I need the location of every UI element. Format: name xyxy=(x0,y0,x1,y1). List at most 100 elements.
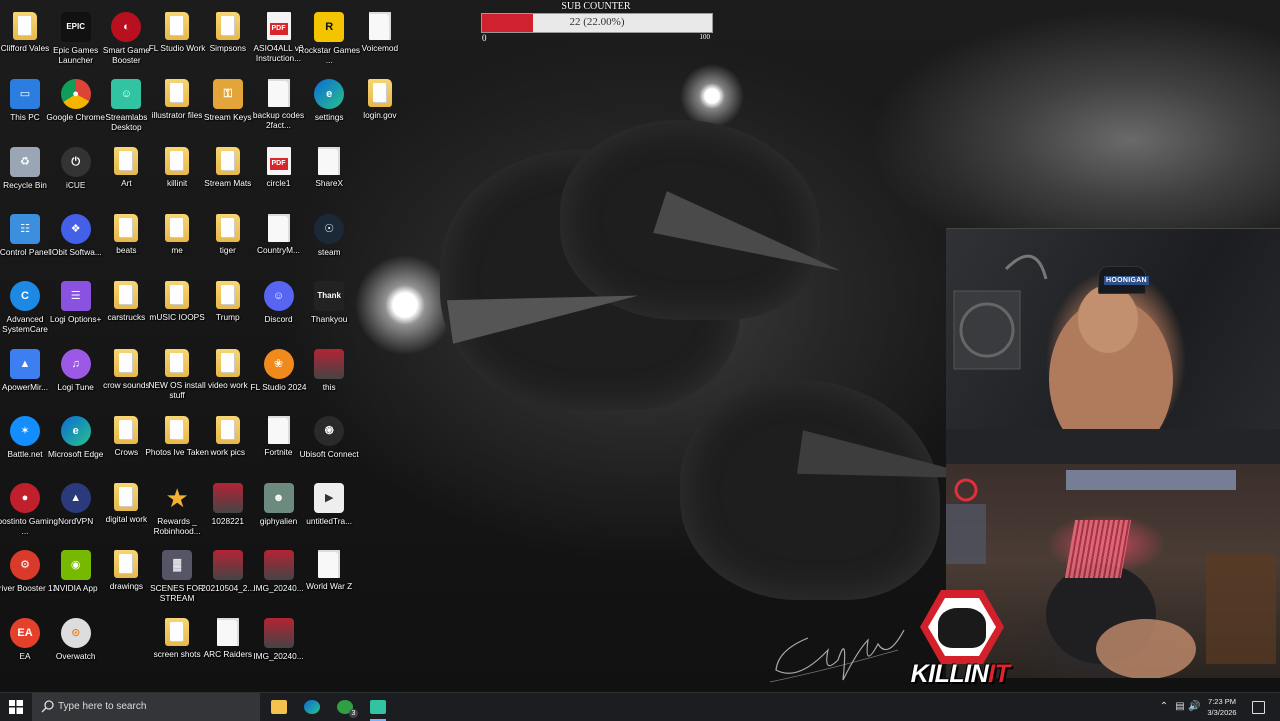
search-placeholder: Type here to search xyxy=(58,701,147,712)
taskbar-file-explorer-button[interactable] xyxy=(265,695,293,719)
boost-gaming-icon: ● xyxy=(10,483,40,514)
streamlabs-icon: ☺ xyxy=(111,79,142,110)
cap-logo-text: HOONIGAN xyxy=(1104,276,1149,285)
desktop-icon-sharex[interactable]: ShareX xyxy=(296,143,362,209)
document-icon xyxy=(318,146,341,175)
image-icon xyxy=(263,550,294,581)
notification-center-icon[interactable] xyxy=(1252,701,1265,714)
killinit-logo: KILLINIT xyxy=(880,588,1040,692)
smart-game-booster-icon: ◐ xyxy=(111,12,142,42)
taskbar-edge-button[interactable] xyxy=(298,695,326,719)
battlenet-icon: ✶ xyxy=(10,415,40,446)
scenes-icon: ▓ xyxy=(162,550,193,581)
desktop-icon-label: steam xyxy=(317,246,341,257)
folder-icon xyxy=(114,550,139,579)
folder-icon xyxy=(114,483,139,512)
icue-icon: ⏻ xyxy=(60,146,91,177)
taskbar-xbox-button[interactable]: 3 xyxy=(331,695,359,719)
folder-icon xyxy=(165,415,190,444)
star-icon: ★ xyxy=(165,483,189,514)
desktop-icon-overwatch[interactable]: ⊙ Overwatch xyxy=(43,614,109,680)
chrome-icon: ● xyxy=(60,79,91,110)
sub-counter-widget: SUB COUNTER 22 (22.00%) 0 100 xyxy=(480,0,713,44)
clock-time: 7:23 PM xyxy=(1208,697,1236,706)
logi-tune-icon: ♫ xyxy=(60,348,91,379)
webcam-feed xyxy=(946,228,1280,465)
image-icon xyxy=(263,617,294,648)
logo-text-accent: IT xyxy=(988,660,1010,688)
folder-icon xyxy=(215,348,240,377)
logo-wordmark: KILLINIT xyxy=(882,660,1038,689)
sub-counter-min: 0 xyxy=(482,33,487,43)
desktop-icon-label: IMG_20240... xyxy=(253,650,304,661)
webcam-cap: HOONIGAN xyxy=(1098,266,1149,294)
document-icon xyxy=(267,79,290,108)
desktop-icon-login-gov[interactable]: login.gov xyxy=(347,75,413,141)
key-icon: ⚿ xyxy=(212,79,243,110)
start-button[interactable] xyxy=(0,693,32,721)
taskbar-streamlabs-button[interactable] xyxy=(364,695,392,721)
epic-games-icon: EPIC xyxy=(60,12,91,42)
badge-count: 3 xyxy=(349,709,358,718)
xbox-icon: 3 xyxy=(337,700,358,718)
desktop-icon-label: login.gov xyxy=(363,110,397,121)
logo-creature-icon xyxy=(938,608,986,648)
desktop-wallpaper: Clifford Vales ▭ This PC ♻ Recycle Bin ☷ Contr… xyxy=(0,0,1280,692)
document-icon xyxy=(267,213,290,242)
taskbar: Type here to search 3 ⌃ ▤ 🔊 7:23 PM 3/3/… xyxy=(0,692,1280,721)
logo-text-main: KILLIN xyxy=(910,660,989,688)
desktop-icon-label: untitledTra... xyxy=(306,516,353,527)
desktop-icon-ubisoft-connect[interactable]: ֍ Ubisoft Connect xyxy=(296,412,362,478)
image-icon xyxy=(212,483,243,514)
file-explorer-icon xyxy=(271,700,287,714)
control-panel-icon: ☷ xyxy=(10,213,40,244)
folder-icon xyxy=(114,348,139,377)
sub-counter-max: 100 xyxy=(699,33,711,41)
computer-icon: ▭ xyxy=(10,79,40,110)
edge-icon: e xyxy=(60,415,91,446)
driver-booster-icon: ⚙ xyxy=(10,550,40,581)
desktop-icon-world-war-z[interactable]: World War Z xyxy=(296,546,362,612)
folder-icon xyxy=(165,281,190,310)
document-icon xyxy=(368,12,391,40)
desktop-icon-img-20240[interactable]: IMG_20240... xyxy=(246,614,312,680)
logi-options-icon: ☰ xyxy=(60,281,91,312)
folder-icon xyxy=(165,12,190,40)
keyboard-in-camera xyxy=(1064,520,1132,578)
desktop-icon-this[interactable]: this xyxy=(296,345,362,411)
taskbar-clock[interactable]: 7:23 PM 3/3/2026 xyxy=(1196,696,1248,718)
folder-image-icon xyxy=(165,146,190,175)
folder-icon xyxy=(114,213,139,242)
edge-icon: e xyxy=(314,79,345,110)
sub-counter-text: 22 (22.00%) xyxy=(569,16,625,28)
desktop-icon-thankyou[interactable]: Thank Thankyou xyxy=(296,277,362,343)
desktop-icon-label: World War Z xyxy=(306,581,353,592)
pdf-icon: PDF xyxy=(266,12,291,40)
desktop-icon-steam[interactable]: ☉ steam xyxy=(296,210,362,276)
document-icon xyxy=(267,415,290,444)
windows-logo-icon xyxy=(9,700,23,714)
desktop-icon-untitledtra[interactable]: ▶ untitledTra... xyxy=(296,479,362,545)
folder-icon xyxy=(215,213,240,242)
video-icon: ▶ xyxy=(314,483,345,514)
rockstar-icon: R xyxy=(314,12,345,42)
network-icon[interactable]: ▤ xyxy=(1174,701,1186,713)
folder-icon xyxy=(367,79,392,108)
pdf-icon: PDF xyxy=(266,146,291,175)
alien-image-icon: ☻ xyxy=(263,483,294,514)
nvidia-icon: ◉ xyxy=(60,550,91,581)
search-icon xyxy=(41,700,54,713)
desktop-icon-label: this xyxy=(322,381,336,392)
sub-counter-title: SUB COUNTER xyxy=(561,1,631,12)
taskbar-search-box[interactable]: Type here to search xyxy=(32,693,260,721)
wallpaper-crow-shape xyxy=(680,380,940,600)
chevron-up-icon[interactable]: ⌃ xyxy=(1158,701,1170,713)
document-icon xyxy=(216,617,239,646)
folder-icon xyxy=(165,213,190,242)
edge-icon xyxy=(304,700,320,714)
desktop-icon-label: Ubisoft Connect xyxy=(299,448,359,459)
desktop-icon-voicemod[interactable]: Voicemod xyxy=(347,8,413,74)
folder-icon xyxy=(215,146,240,175)
iobit-icon: ❖ xyxy=(60,213,91,244)
desktop-icon-label: Thankyou xyxy=(310,314,348,325)
